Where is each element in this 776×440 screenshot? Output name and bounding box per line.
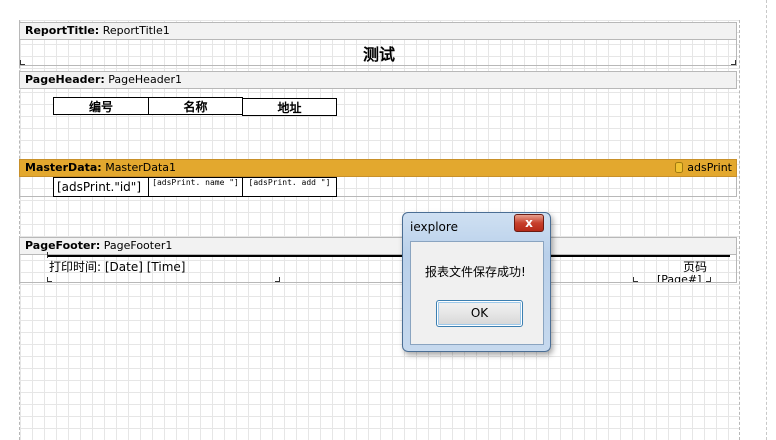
- data-field-name[interactable]: [adsPrint. name "]: [148, 177, 243, 197]
- corner-mark: [731, 60, 736, 65]
- page-edge-line: [766, 0, 767, 440]
- master-data-band-header[interactable]: MasterData: MasterData1 adsPrint: [19, 159, 737, 177]
- corner-mark: [20, 60, 25, 65]
- ok-button[interactable]: OK: [436, 300, 523, 327]
- band-type-label: PageHeader:: [25, 73, 105, 86]
- dataset-name: adsPrint: [687, 161, 732, 174]
- report-title-band-header[interactable]: ReportTitle: ReportTitle1: [19, 22, 737, 40]
- dialog-client-area: 报表文件保存成功! OK: [410, 241, 544, 345]
- band-type-label: MasterData:: [25, 161, 102, 174]
- report-title-band[interactable]: 测试: [19, 40, 737, 66]
- dataset-tag[interactable]: adsPrint: [675, 160, 732, 176]
- dialog-title: iexplore: [410, 220, 458, 234]
- page-number-field[interactable]: [Page#]: [657, 271, 701, 282]
- corner-mark: [47, 277, 52, 282]
- header-cell-address[interactable]: 地址: [242, 98, 337, 116]
- report-title-text[interactable]: 测试: [20, 41, 738, 65]
- corner-mark: [706, 277, 711, 282]
- band-id-label: PageFooter1: [103, 239, 173, 252]
- header-cell-name[interactable]: 名称: [148, 97, 243, 115]
- band-id-label: MasterData1: [105, 161, 177, 174]
- footer-top-line: [47, 255, 730, 257]
- data-field-id[interactable]: [adsPrint."id"]: [53, 177, 149, 197]
- corner-mark: [633, 277, 638, 282]
- close-button[interactable]: x: [514, 214, 544, 232]
- message-dialog: iexplore x 报表文件保存成功! OK: [402, 212, 551, 352]
- band-type-label: ReportTitle:: [25, 24, 100, 37]
- page-footer-band-header[interactable]: PageFooter: PageFooter1: [19, 237, 737, 255]
- database-icon: [675, 162, 684, 173]
- band-type-label: PageFooter:: [25, 239, 101, 252]
- print-time-field[interactable]: 打印时间: [Date] [Time]: [49, 258, 185, 275]
- header-cell-id[interactable]: 编号: [53, 97, 149, 115]
- page-footer-band[interactable]: 打印时间: [Date] [Time] 页码 [Page#]: [19, 252, 737, 283]
- dialog-message: 报表文件保存成功!: [425, 265, 526, 279]
- data-field-address[interactable]: [adsPrint. add "]: [242, 177, 337, 197]
- band-id-label: ReportTitle1: [102, 24, 170, 37]
- band-id-label: PageHeader1: [108, 73, 182, 86]
- corner-mark: [275, 277, 280, 282]
- page-header-band-header[interactable]: PageHeader: PageHeader1: [19, 71, 737, 89]
- close-icon: x: [525, 216, 533, 230]
